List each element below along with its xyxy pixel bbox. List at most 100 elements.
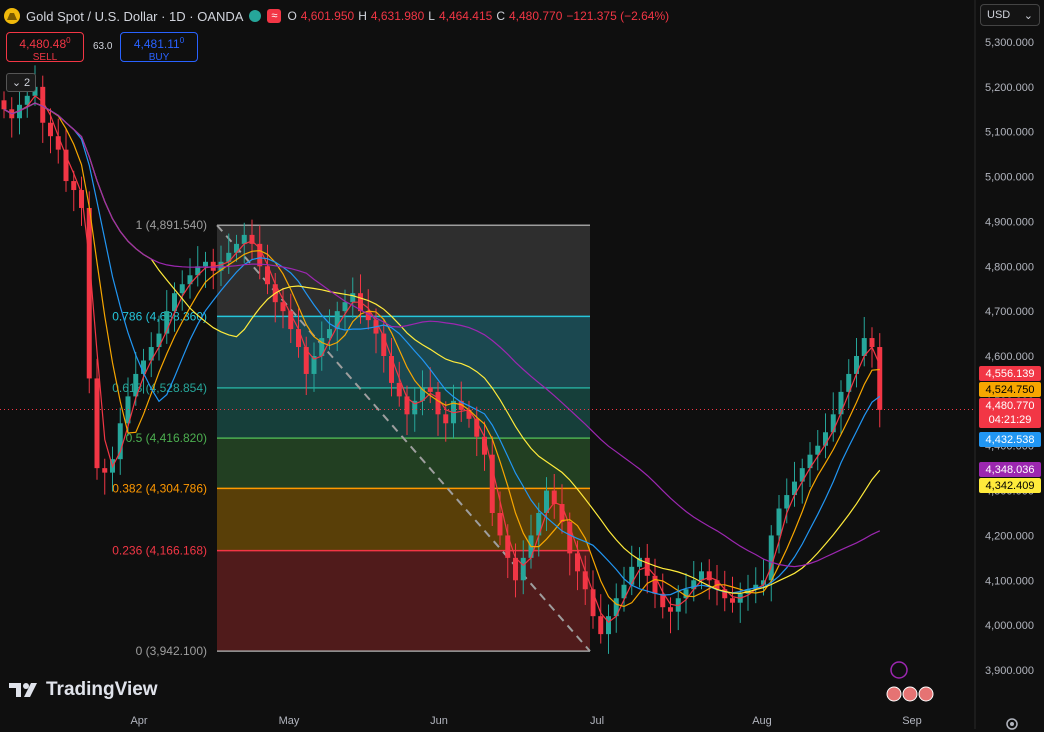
candle-body <box>241 234 247 244</box>
price-axis-label: 5,100.000 <box>985 127 1034 139</box>
candle-body <box>768 535 774 581</box>
flash-event-icon <box>890 661 908 679</box>
fib-level-label: 0.5 (4,416.820) <box>126 431 207 445</box>
candle-body <box>489 454 495 513</box>
alert-wave-icon[interactable]: ≈ <box>267 9 282 23</box>
fib-zone <box>217 387 590 439</box>
fib-zone <box>217 225 590 317</box>
us-flag-event-icon <box>902 686 918 702</box>
price-axis-label: 4,800.000 <box>985 261 1034 273</box>
fib-level-label: 1 (4,891.540) <box>136 218 207 232</box>
currency-label: USD <box>987 9 1011 21</box>
ohlc-change: −121.375 (−2.64%) <box>566 9 670 23</box>
indicator-count: 2 <box>24 76 31 89</box>
candle-body <box>55 136 61 150</box>
price-axis-label: 5,000.000 <box>985 172 1034 184</box>
fib-level-label: 0.382 (4,304.786) <box>112 481 207 495</box>
price-axis-label: 4,700.000 <box>985 306 1034 318</box>
price-axis-label: 5,200.000 <box>985 82 1034 94</box>
fib-zone <box>217 316 590 388</box>
candle-body <box>582 571 588 590</box>
price-axis-label: 4,000.000 <box>985 620 1034 632</box>
candle-body <box>396 382 402 397</box>
buy-button[interactable]: 4,481.110 BUY <box>120 32 198 63</box>
candle-body <box>179 284 185 294</box>
time-axis-label: Aug <box>752 715 772 727</box>
candle-body <box>784 495 790 509</box>
candle-body <box>48 122 53 137</box>
chevron-down-icon: ⌄ <box>11 77 22 89</box>
us-flag-event-icon <box>918 686 934 702</box>
candle-body <box>296 329 301 348</box>
candle-body <box>606 616 611 635</box>
candle-body <box>443 414 449 424</box>
candle-body <box>427 387 433 392</box>
price-badge-value: 4,432.538 <box>986 434 1035 446</box>
candle-body <box>102 468 108 473</box>
symbol-header: Gold Spot / U.S. Dollar · 1D · OANDA ≈ O… <box>4 6 669 26</box>
candle-body <box>877 347 883 410</box>
candle-body <box>838 391 844 415</box>
price-badge-value: 4,524.750 <box>986 384 1035 396</box>
time-axis-label: Jun <box>430 715 448 727</box>
candle-body <box>575 553 580 572</box>
candle-body <box>156 333 162 348</box>
price-chart[interactable]: 1 (4,891.540)0.786 (4,688.360)0.618 (4,5… <box>0 0 1044 729</box>
time-axis-label: Apr <box>130 715 147 727</box>
candle-body <box>94 378 100 469</box>
market-open-icon <box>249 10 262 22</box>
candle-body <box>1 100 7 110</box>
tradingview-mark-icon <box>9 683 37 697</box>
price-axis-label: 4,200.000 <box>985 530 1034 542</box>
currency-select[interactable]: USD ⌄ <box>980 4 1040 26</box>
candle-body <box>342 302 348 312</box>
fib-level-label: 0.618 (4,528.854) <box>112 381 207 395</box>
candle-body <box>699 571 704 581</box>
candle-body <box>776 508 782 536</box>
candle-body <box>350 293 356 303</box>
time-axis-label: May <box>279 715 300 727</box>
candle-body <box>668 607 673 612</box>
candle-body <box>435 391 441 415</box>
candle-body <box>544 490 549 513</box>
spread-value: 63.0 <box>93 41 113 52</box>
fib-level-label: 0.236 (4,166.168) <box>112 544 207 558</box>
candle-body <box>629 566 635 585</box>
candle-body <box>117 423 123 460</box>
candle-body <box>497 513 503 536</box>
candle-body <box>513 557 518 581</box>
fib-zone <box>217 550 590 652</box>
price-axis-label: 4,900.000 <box>985 216 1034 228</box>
fib-zone <box>217 488 590 551</box>
ohlc-low: 4,464.415 <box>438 9 493 23</box>
fib-level-label: 0 (3,942.100) <box>136 644 207 658</box>
price-axis-label: 4,600.000 <box>985 351 1034 363</box>
candle-body <box>203 261 208 267</box>
ohlc-close: 4,480.770 <box>509 9 563 23</box>
candle-body <box>86 207 92 379</box>
sell-button[interactable]: 4,480.480 SELL <box>6 32 84 63</box>
candle-body <box>389 356 394 383</box>
us-flag-event-icon <box>886 686 902 702</box>
candle-body <box>706 571 712 581</box>
price-badge-value: 4,480.770 <box>986 400 1035 412</box>
tradingview-logo: TradingView <box>9 679 158 701</box>
ohlc-open: 4,601.950 <box>300 9 355 23</box>
ohlc-high: 4,631.980 <box>370 9 425 23</box>
symbol-title[interactable]: Gold Spot / U.S. Dollar · 1D · OANDA <box>26 9 243 24</box>
time-axis-label: Sep <box>902 715 922 727</box>
price-badge-countdown: 04:21:29 <box>989 414 1032 426</box>
fib-zone <box>217 438 590 489</box>
price-axis-label: 5,300.000 <box>985 37 1034 49</box>
candle-body <box>730 598 735 603</box>
gear-icon[interactable] <box>1004 716 1020 732</box>
price-badge-value: 4,342.409 <box>986 480 1035 492</box>
price-axis-label: 3,900.000 <box>985 665 1034 677</box>
candle-body <box>598 616 604 635</box>
time-axis-label: Jul <box>590 715 604 727</box>
gold-icon <box>4 8 20 24</box>
indicators-toggle-button[interactable]: ⌄ 2 <box>6 73 36 92</box>
price-badge-value: 4,348.036 <box>986 464 1035 476</box>
candle-body <box>71 181 77 191</box>
ohlc-values: O 4,601.950 H 4,631.980 L 4,464.415 C 4,480.… <box>287 9 670 23</box>
